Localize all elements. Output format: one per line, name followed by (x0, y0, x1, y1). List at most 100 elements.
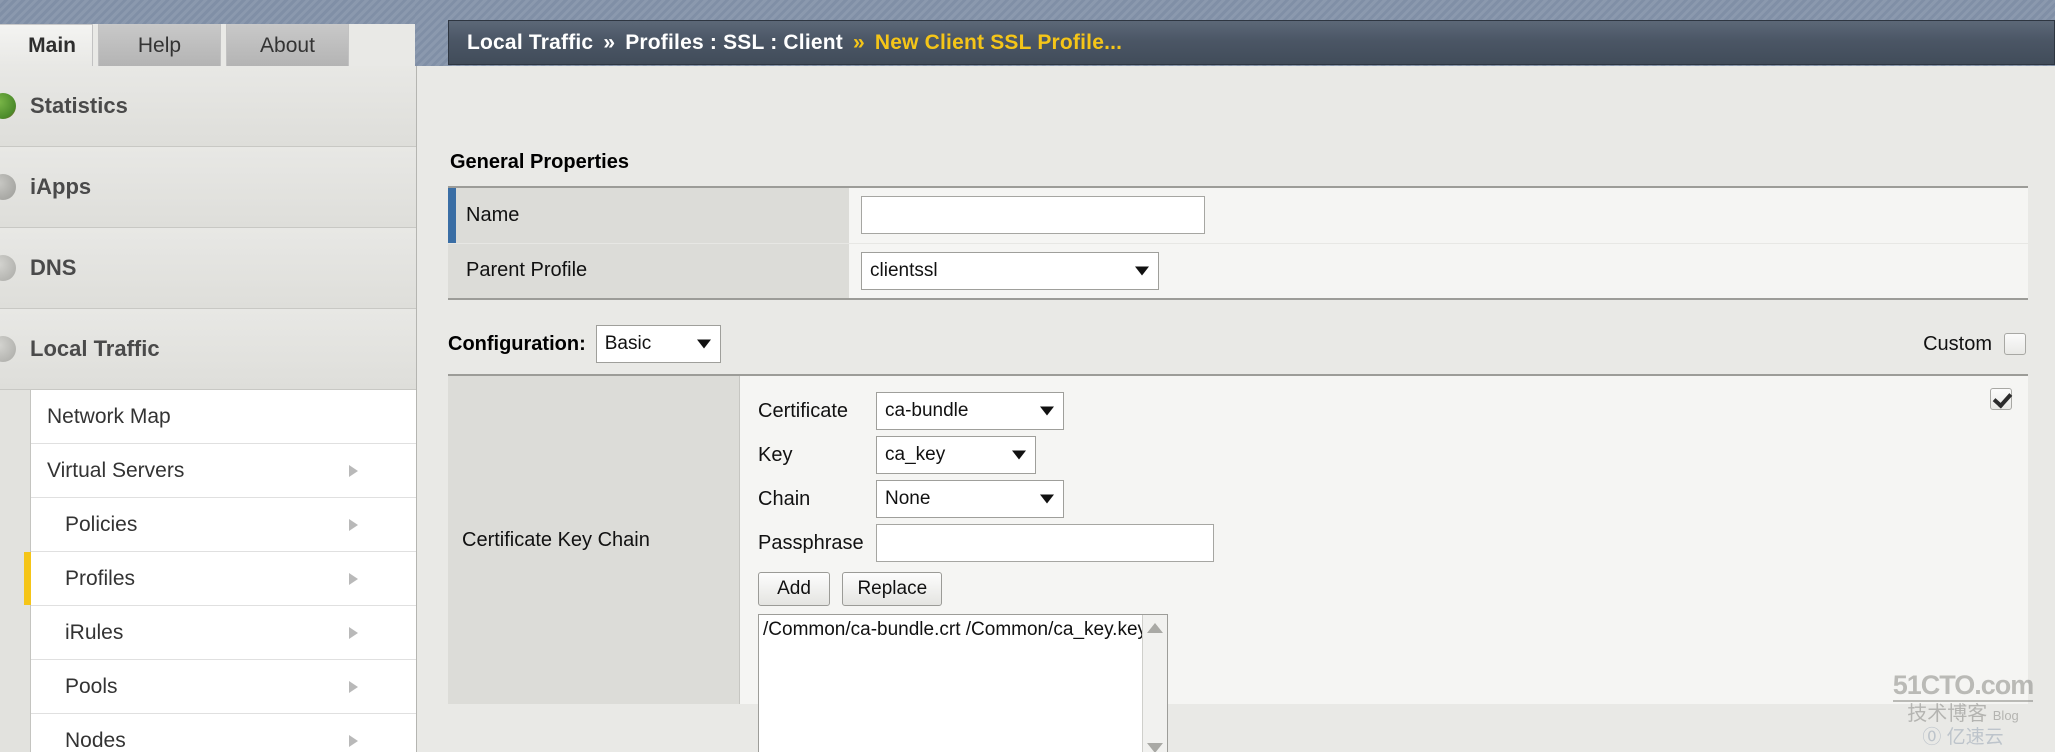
tab-about-label: About (260, 33, 315, 57)
add-button[interactable]: Add (758, 572, 830, 606)
parent-profile-label: Parent Profile (466, 259, 588, 282)
sidebar: Statistics iApps DNS Local Traffic Netwo… (0, 66, 417, 752)
sidebar-item-irules[interactable]: iRules (31, 606, 416, 660)
sidebar-module-iapps-label: iApps (30, 174, 92, 199)
custom-toggle[interactable]: Custom (1923, 333, 2026, 356)
custom-checkbox[interactable] (2004, 333, 2026, 355)
key-field-row: Key ca_key (758, 436, 2028, 474)
name-label: Name (466, 203, 520, 226)
main-tabbar: Main Help About (0, 24, 420, 66)
sidebar-item-virtual-servers[interactable]: Virtual Servers (31, 444, 416, 498)
certificate-key-chain-buttons: Add Replace (758, 572, 2028, 606)
tab-main-label: Main (28, 33, 76, 57)
statistics-icon (0, 93, 16, 119)
sidebar-module-local-traffic[interactable]: Local Traffic (0, 309, 416, 390)
breadcrumb: Local Traffic » Profiles : SSL : Client … (448, 20, 2055, 65)
custom-label: Custom (1923, 332, 1992, 355)
chevron-right-icon (349, 572, 358, 585)
breadcrumb-current: New Client SSL Profile... (874, 30, 1123, 54)
configuration-label: Configuration: (448, 332, 586, 355)
certificate-field-row: Certificate ca-bundle (758, 392, 2028, 430)
tab-help-label: Help (137, 33, 182, 57)
table-row: Parent Profile clientssl (448, 243, 2028, 299)
certificate-key-chain-fields: Certificate ca-bundle Key ca_key Chain N… (740, 376, 2028, 752)
passphrase-input[interactable] (876, 524, 1214, 562)
breadcrumb-separator-icon: » (852, 30, 865, 54)
local-traffic-submenu: Network Map Virtual Servers Policies Pro… (24, 390, 416, 752)
breadcrumb-separator-icon: » (603, 30, 616, 54)
table-row: Name (448, 187, 2028, 244)
chevron-right-icon (349, 518, 358, 531)
certificate-key-chain-enabled-checkbox[interactable] (1990, 388, 2012, 410)
page-title: General Properties (450, 151, 629, 173)
chevron-down-icon (1012, 450, 1026, 460)
certificate-select[interactable]: ca-bundle (876, 392, 1064, 430)
required-indicator (448, 188, 456, 243)
chevron-right-icon (349, 464, 358, 477)
tab-about[interactable]: About (226, 24, 349, 66)
tab-main[interactable]: Main (0, 24, 93, 66)
iapps-icon (0, 174, 16, 200)
breadcrumb-root[interactable]: Local Traffic (467, 31, 593, 55)
configuration-mode-select[interactable]: Basic (595, 325, 721, 363)
local-traffic-icon (0, 336, 16, 362)
parent-profile-row-value-cell: clientssl (849, 243, 2028, 299)
general-properties-table: Name Parent Profile clientssl (448, 186, 2028, 300)
replace-button[interactable]: Replace (842, 572, 943, 606)
chevron-right-icon (349, 680, 358, 693)
chain-field-row: Chain None (758, 480, 2028, 518)
sidebar-item-nodes[interactable]: Nodes (31, 714, 416, 752)
sidebar-item-network-map-label: Network Map (47, 404, 171, 428)
app-window: Main Help About Statistics iApps DNS Loc… (0, 0, 2055, 752)
sidebar-module-local-traffic-label: Local Traffic (30, 336, 160, 361)
sidebar-item-pools-label: Pools (65, 674, 118, 698)
parent-profile-select-value: clientssl (870, 259, 938, 281)
chevron-down-icon (1135, 266, 1149, 276)
sidebar-module-iapps[interactable]: iApps (0, 147, 416, 228)
chevron-right-icon (349, 626, 358, 639)
main-content: General Properties Name Parent Profile c… (448, 78, 2055, 752)
breadcrumb-section[interactable]: Profiles : SSL : Client (625, 31, 843, 55)
sidebar-module-statistics-label: Statistics (30, 93, 128, 118)
chain-select-value: None (885, 488, 931, 509)
sidebar-item-irules-label: iRules (65, 620, 124, 644)
sidebar-item-profiles-label: Profiles (65, 566, 136, 590)
sidebar-module-dns[interactable]: DNS (0, 228, 416, 309)
chevron-down-icon (1040, 494, 1054, 504)
certificate-key-chain-panel: Certificate Key Chain Certificate ca-bun… (448, 374, 2028, 752)
key-label: Key (758, 443, 793, 466)
sidebar-item-pools[interactable]: Pools (31, 660, 416, 714)
scroll-down-icon[interactable] (1147, 743, 1163, 752)
configuration-mode-value: Basic (604, 333, 652, 354)
certificate-label: Certificate (758, 399, 849, 422)
list-item[interactable]: /Common/ca-bundle.crt /Common/ca_key.key (759, 615, 1167, 641)
parent-profile-row-label-cell: Parent Profile (448, 243, 849, 299)
certificate-key-chain-listbox[interactable]: /Common/ca-bundle.crt /Common/ca_key.key (758, 614, 1168, 752)
name-row-value-cell (849, 187, 2028, 244)
key-select-value: ca_key (885, 444, 946, 465)
key-select[interactable]: ca_key (876, 436, 1036, 474)
name-input[interactable] (861, 196, 1205, 235)
tab-help[interactable]: Help (98, 24, 221, 66)
chevron-down-icon (696, 339, 711, 349)
active-item-indicator (24, 552, 31, 605)
sidebar-item-profiles[interactable]: Profiles (24, 552, 416, 606)
chain-label: Chain (758, 487, 811, 510)
chevron-down-icon (1040, 406, 1054, 416)
sidebar-item-virtual-servers-label: Virtual Servers (47, 458, 185, 482)
sidebar-item-nodes-label: Nodes (65, 728, 126, 752)
listbox-scrollbar[interactable] (1142, 615, 1167, 752)
configuration-row: Configuration: Basic Custom (448, 324, 2028, 364)
scroll-up-icon[interactable] (1147, 623, 1163, 633)
certificate-select-value: ca-bundle (885, 400, 969, 421)
certificate-key-chain-label: Certificate Key Chain (462, 528, 650, 551)
sidebar-module-statistics[interactable]: Statistics (0, 66, 416, 147)
dns-icon (0, 255, 16, 281)
sidebar-item-network-map[interactable]: Network Map (31, 390, 416, 444)
parent-profile-select[interactable]: clientssl (861, 251, 1159, 290)
passphrase-label: Passphrase (758, 531, 864, 554)
sidebar-item-policies[interactable]: Policies (31, 498, 416, 552)
name-row-label-cell: Name (448, 187, 849, 244)
chevron-right-icon (349, 734, 358, 747)
chain-select[interactable]: None (876, 480, 1064, 518)
